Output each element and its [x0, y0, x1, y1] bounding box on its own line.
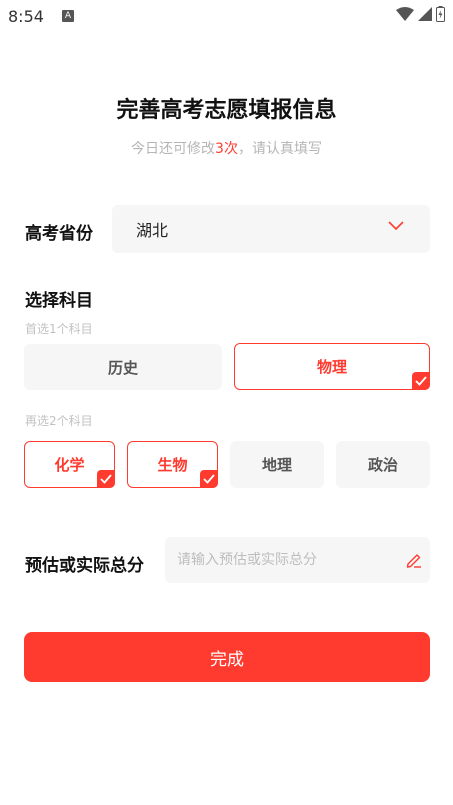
subject-label: 政治 — [367, 456, 398, 474]
province-value: 湖北 — [136, 221, 169, 240]
check-icon — [97, 470, 115, 488]
finish-button[interactable]: 完成 — [24, 632, 430, 682]
page-title: 完善高考志愿填报信息 — [116, 98, 337, 123]
subject-label: 化学 — [54, 456, 85, 474]
subject-physics-button[interactable]: 物理 — [234, 343, 430, 390]
subject-politics-button[interactable]: 政治 — [336, 441, 430, 488]
remaining-edits-count: 3次 — [215, 141, 238, 157]
province-select[interactable]: 湖北 — [112, 205, 430, 253]
chevron-down-icon — [388, 221, 404, 231]
subject-geography-button[interactable]: 地理 — [230, 441, 324, 488]
second-subject-hint: 再选2个科目 — [25, 414, 93, 428]
first-subject-hint: 首选1个科目 — [25, 322, 93, 336]
province-label: 高考省份 — [25, 224, 93, 244]
status-bar: 8:54 A — [0, 0, 453, 32]
subjects-label: 选择科目 — [25, 291, 93, 311]
subtitle-prefix: 今日还可修改 — [131, 141, 216, 157]
check-icon — [412, 372, 430, 390]
score-input[interactable] — [165, 537, 430, 583]
screen: 8:54 A 完善高考志愿填报信息 今日还可修改3次，请认真填写 高考省份 湖北… — [0, 0, 453, 805]
subject-label: 物理 — [316, 358, 347, 376]
signal-icon — [418, 7, 432, 21]
subject-biology-button[interactable]: 生物 — [127, 441, 218, 488]
subtitle-suffix: ，请认真填写 — [237, 141, 322, 157]
subject-history-button[interactable]: 历史 — [24, 344, 222, 390]
subject-label: 历史 — [107, 358, 138, 377]
page-subtitle: 今日还可修改3次，请认真填写 — [0, 138, 453, 158]
wifi-icon — [396, 7, 414, 21]
app-notification-icon: A — [61, 10, 74, 22]
subject-label: 生物 — [157, 456, 188, 474]
pencil-icon — [406, 554, 421, 568]
score-label: 预估或实际总分 — [25, 556, 144, 576]
check-icon — [200, 470, 218, 488]
status-time: 8:54 — [8, 6, 44, 26]
subject-chemistry-button[interactable]: 化学 — [24, 441, 115, 488]
battery-icon — [436, 6, 445, 22]
status-indicators — [396, 6, 445, 22]
subject-label: 地理 — [261, 456, 292, 474]
